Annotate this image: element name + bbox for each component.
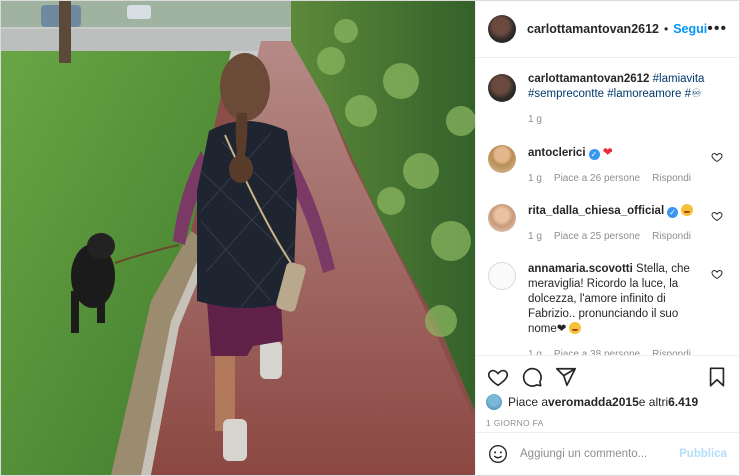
hashtags[interactable]: #semprecontte #lamoreamore #♾ bbox=[528, 88, 701, 100]
like-button[interactable] bbox=[486, 365, 510, 389]
post-header: carlottamantovan2612 • Segui ••• bbox=[476, 1, 739, 58]
post-photo[interactable] bbox=[1, 1, 475, 475]
comment-username[interactable]: antoclerici bbox=[528, 147, 586, 159]
post-caption: carlottamantovan2612 #lamiavita #semprec… bbox=[488, 72, 727, 127]
like-comment-heart-icon[interactable] bbox=[711, 210, 723, 222]
avatar[interactable] bbox=[488, 14, 516, 43]
comment-body: antoclerici ✓ ❤ 1 g Piace a 26 persone Ri… bbox=[528, 145, 727, 186]
comment-time[interactable]: 1 g bbox=[528, 347, 542, 356]
verified-badge-icon: ✓ bbox=[667, 206, 679, 218]
bookmark-icon bbox=[709, 367, 725, 388]
comment-body: rita_dalla_chiesa_official ✓ 1 g Piace a … bbox=[528, 203, 727, 244]
comment-text: ❤ bbox=[602, 144, 613, 159]
comment-likes[interactable]: Piace a 26 persone bbox=[554, 171, 640, 186]
heart-outline-icon bbox=[487, 370, 509, 387]
likes-prefix: Piace a bbox=[508, 395, 549, 410]
comment-likes[interactable]: Piace a 38 persone bbox=[554, 347, 640, 356]
comment-body: annamaria.scovotti Stella, che meravigli… bbox=[528, 262, 727, 356]
likes-count[interactable]: 6.419 bbox=[668, 395, 698, 409]
action-icons bbox=[486, 362, 729, 392]
share-button[interactable] bbox=[554, 365, 578, 389]
post-sidebar: carlottamantovan2612 • Segui ••• carlott… bbox=[475, 1, 739, 475]
comment-username[interactable]: annamaria.scovotti bbox=[528, 263, 633, 275]
separator-dot: • bbox=[664, 21, 669, 36]
comment-meta: 1 g Piace a 26 persone Rispondi bbox=[528, 171, 705, 186]
paper-plane-icon bbox=[556, 368, 576, 387]
more-options-icon[interactable]: ••• bbox=[707, 20, 727, 37]
avatar[interactable] bbox=[488, 203, 516, 232]
avatar[interactable] bbox=[488, 73, 516, 102]
hashtag[interactable]: #lamiavita bbox=[653, 73, 705, 85]
like-comment-heart-icon[interactable] bbox=[711, 268, 723, 280]
like-comment-heart-icon[interactable] bbox=[711, 151, 723, 163]
follow-button[interactable]: Segui bbox=[673, 22, 707, 36]
list-item: annamaria.scovotti Stella, che meravigli… bbox=[488, 261, 727, 356]
likes-user[interactable]: veromadda2015 bbox=[548, 395, 639, 409]
comment-meta: 1 g Piace a 25 persone Rispondi bbox=[528, 229, 705, 244]
list-item: rita_dalla_chiesa_official ✓ 1 g Piace a … bbox=[488, 203, 727, 244]
add-comment-bar: Pubblica bbox=[476, 431, 739, 475]
post-actions: Piace a veromadda2015 e altri 6.419 1 gi… bbox=[476, 355, 739, 431]
comment-meta: 1 g Piace a 38 persone Rispondi bbox=[528, 347, 705, 356]
comment-input[interactable] bbox=[520, 447, 680, 460]
caption-body: carlottamantovan2612 #lamiavita #semprec… bbox=[528, 72, 727, 127]
comment-time[interactable]: 1 g bbox=[528, 229, 542, 244]
reply-button[interactable]: Rispondi bbox=[652, 347, 691, 356]
reply-button[interactable]: Rispondi bbox=[652, 171, 691, 186]
verified-badge-icon: ✓ bbox=[588, 148, 600, 160]
avatar[interactable] bbox=[488, 261, 516, 290]
instagram-post: carlottamantovan2612 • Segui ••• carlott… bbox=[0, 0, 740, 476]
avatar bbox=[486, 394, 502, 411]
emoji-face-icon bbox=[569, 321, 582, 334]
comment-likes[interactable]: Piace a 25 persone bbox=[554, 229, 640, 244]
comment-username[interactable]: rita_dalla_chiesa_official bbox=[528, 205, 664, 217]
caption-username[interactable]: carlottamantovan2612 bbox=[528, 73, 649, 85]
caption-meta: 1 g bbox=[528, 112, 727, 127]
caption-time[interactable]: 1 g bbox=[528, 112, 542, 127]
reply-button[interactable]: Rispondi bbox=[652, 229, 691, 244]
smiling-face-emoji-icon bbox=[681, 203, 694, 216]
author-username[interactable]: carlottamantovan2612 bbox=[527, 22, 659, 36]
smiley-icon[interactable] bbox=[488, 444, 508, 464]
list-item: antoclerici ✓ ❤ 1 g Piace a 26 persone Ri… bbox=[488, 144, 727, 186]
comment-time[interactable]: 1 g bbox=[528, 171, 542, 186]
likes-suffix: e altri bbox=[638, 395, 669, 410]
comment-bubble-icon bbox=[522, 368, 542, 388]
likes-summary[interactable]: Piace a veromadda2015 e altri 6.419 bbox=[486, 394, 729, 411]
photo-scene bbox=[1, 1, 475, 475]
post-timestamp[interactable]: 1 giorno fa bbox=[486, 418, 729, 428]
comments-section[interactable]: carlottamantovan2612 #lamiavita #semprec… bbox=[476, 58, 739, 356]
comment-button[interactable] bbox=[520, 365, 544, 389]
save-button[interactable] bbox=[705, 365, 729, 389]
avatar[interactable] bbox=[488, 144, 516, 173]
publish-button[interactable]: Pubblica bbox=[679, 448, 727, 460]
